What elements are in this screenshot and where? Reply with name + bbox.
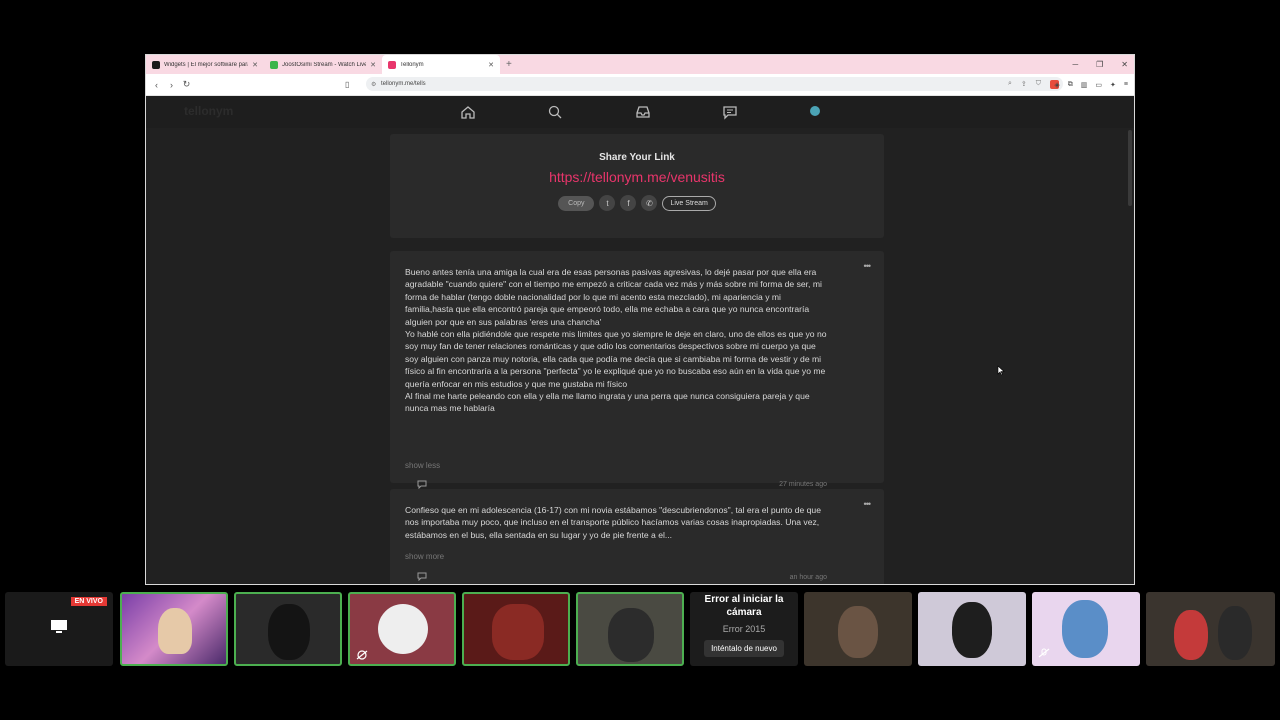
profile-link[interactable]: https://tellonym.me/venusitis: [390, 169, 884, 185]
share-icon[interactable]: ⇪: [1021, 80, 1027, 88]
screen-share-icon: [51, 620, 67, 633]
participant-avatar: [268, 604, 310, 660]
tell-timestamp: 27 minutes ago: [779, 481, 827, 488]
tab-favicon-icon: [270, 60, 278, 69]
participant-tile[interactable]: [918, 592, 1026, 666]
zoom-icon[interactable]: ⌕: [1008, 80, 1012, 88]
url-text: tellonym.me/tells: [381, 81, 426, 87]
tab-joost[interactable]: JoostOsimi Stream - Watch Live ✕: [264, 55, 382, 74]
close-icon[interactable]: ✕: [370, 61, 376, 69]
participant-tile[interactable]: [120, 592, 228, 666]
comment-icon[interactable]: [417, 480, 427, 489]
inbox-icon[interactable]: [635, 104, 651, 120]
wallet-icon[interactable]: ▭: [1095, 81, 1102, 89]
tell-timestamp: an hour ago: [789, 574, 827, 581]
site-info-icon[interactable]: ⚙: [371, 81, 376, 88]
tell-text: Confieso que en mi adolescencia (16-17) …: [405, 505, 821, 540]
whatsapp-icon[interactable]: ✆: [641, 195, 658, 211]
tab-title: Tellonym: [400, 61, 424, 68]
back-icon[interactable]: ‹: [149, 80, 164, 90]
feed-icon[interactable]: [722, 104, 738, 120]
twitter-icon[interactable]: t: [599, 195, 616, 211]
show-more-link[interactable]: show more: [405, 552, 444, 561]
tell-card: Bueno antes tenía una amiga la cual era …: [390, 251, 884, 489]
participant-avatar: [1062, 600, 1108, 658]
share-actions: Copy t f ✆ Live Stream: [390, 195, 884, 211]
bookmark-icon[interactable]: ▯: [345, 80, 349, 89]
participant-tile[interactable]: [1032, 592, 1140, 666]
participant-tile[interactable]: [348, 592, 456, 666]
forward-icon[interactable]: ›: [164, 80, 179, 90]
tab-widgets[interactable]: Widgets | El mejor software para po ✕: [146, 55, 264, 74]
participant-avatar: [1174, 610, 1208, 660]
muted-mic-icon: [356, 650, 368, 660]
close-window-icon[interactable]: ✕: [1121, 60, 1128, 69]
close-icon[interactable]: ✕: [488, 61, 494, 69]
tell-card: Confieso que en mi adolescencia (16-17) …: [390, 489, 884, 584]
reload-icon[interactable]: ↻: [179, 79, 194, 90]
site-nav: tellonym: [146, 96, 1134, 128]
minimize-icon[interactable]: ─: [1072, 60, 1078, 69]
home-icon[interactable]: [460, 104, 476, 120]
share-title: Share Your Link: [599, 152, 675, 163]
extensions-icon[interactable]: ⧉: [1068, 81, 1073, 89]
browser-window: Widgets | El mejor software para po ✕ Jo…: [145, 54, 1135, 585]
scrollbar[interactable]: [1128, 130, 1132, 206]
leo-icon[interactable]: ✦: [1110, 81, 1116, 89]
live-badge: EN VIVO: [70, 597, 107, 606]
participant-avatar: [952, 602, 992, 658]
participant-tile[interactable]: [1146, 592, 1275, 666]
restore-icon[interactable]: ❐: [1096, 60, 1103, 69]
participant-avatar: [378, 604, 428, 654]
share-link-card: Share Your Link https://tellonym.me/venu…: [390, 134, 884, 238]
tab-favicon-icon: [388, 60, 396, 69]
close-icon[interactable]: ✕: [252, 61, 258, 69]
camera-error-tile: Error al iniciar la cámara Error 2015 In…: [690, 592, 798, 666]
participant-tile[interactable]: [804, 592, 912, 666]
shield-icon[interactable]: ⛉: [1036, 80, 1041, 88]
copy-button[interactable]: Copy: [558, 195, 595, 211]
camera-error-code: Error 2015: [722, 624, 766, 634]
profile-avatar[interactable]: [810, 106, 820, 116]
participant-avatar: [838, 606, 878, 658]
retry-button[interactable]: Inténtalo de nuevo: [704, 640, 784, 657]
participant-avatar: [1218, 606, 1252, 660]
address-bar[interactable]: ⚙ tellonym.me/tells ⌕ ⇪ ⛉: [366, 77, 1063, 91]
menu-icon[interactable]: ≡: [1124, 81, 1128, 88]
participant-tile[interactable]: [234, 592, 342, 666]
participant-avatar: [492, 604, 544, 660]
facebook-icon[interactable]: f: [620, 195, 637, 211]
tab-bar: Widgets | El mejor software para po ✕ Jo…: [146, 55, 1134, 74]
show-less-link[interactable]: show less: [405, 461, 440, 470]
new-tab-button[interactable]: +: [500, 59, 518, 70]
tell-text: Bueno antes tenía una amiga la cual era …: [405, 267, 827, 414]
tellonym-page: tellonym Share Your Link https://tellony…: [146, 96, 1134, 584]
comment-icon[interactable]: [417, 572, 427, 581]
participant-tile[interactable]: EN VIVO: [5, 592, 113, 666]
participant-avatar: [608, 608, 654, 662]
more-options-icon[interactable]: •••: [864, 499, 872, 509]
search-icon[interactable]: [547, 104, 563, 120]
window-controls: ─ ❐ ✕: [1072, 55, 1128, 74]
browser-toolbar: ‹ › ↻ ▯ ⚙ tellonym.me/tells ⌕ ⇪ ⛉ ◈ ⧉ ▥ …: [146, 74, 1134, 96]
tab-favicon-icon: [152, 60, 160, 69]
tab-tellonym[interactable]: Tellonym ✕: [382, 55, 500, 74]
participant-tile[interactable]: [462, 592, 570, 666]
camera-error-title: Error al iniciar la cámara: [704, 594, 784, 618]
site-logo[interactable]: tellonym: [184, 104, 233, 118]
muted-mic-icon: [1038, 648, 1050, 658]
mouse-cursor-icon: [997, 365, 1005, 376]
participant-tile[interactable]: [576, 592, 684, 666]
live-stream-button[interactable]: Live Stream: [662, 195, 716, 211]
tab-title: Widgets | El mejor software para po: [164, 61, 248, 68]
participant-avatar: [158, 608, 192, 654]
tab-title: JoostOsimi Stream - Watch Live: [282, 61, 367, 68]
vpn-icon[interactable]: ◈: [1054, 81, 1059, 89]
sidebar-icon[interactable]: ▥: [1081, 81, 1088, 89]
more-options-icon[interactable]: •••: [864, 261, 872, 271]
